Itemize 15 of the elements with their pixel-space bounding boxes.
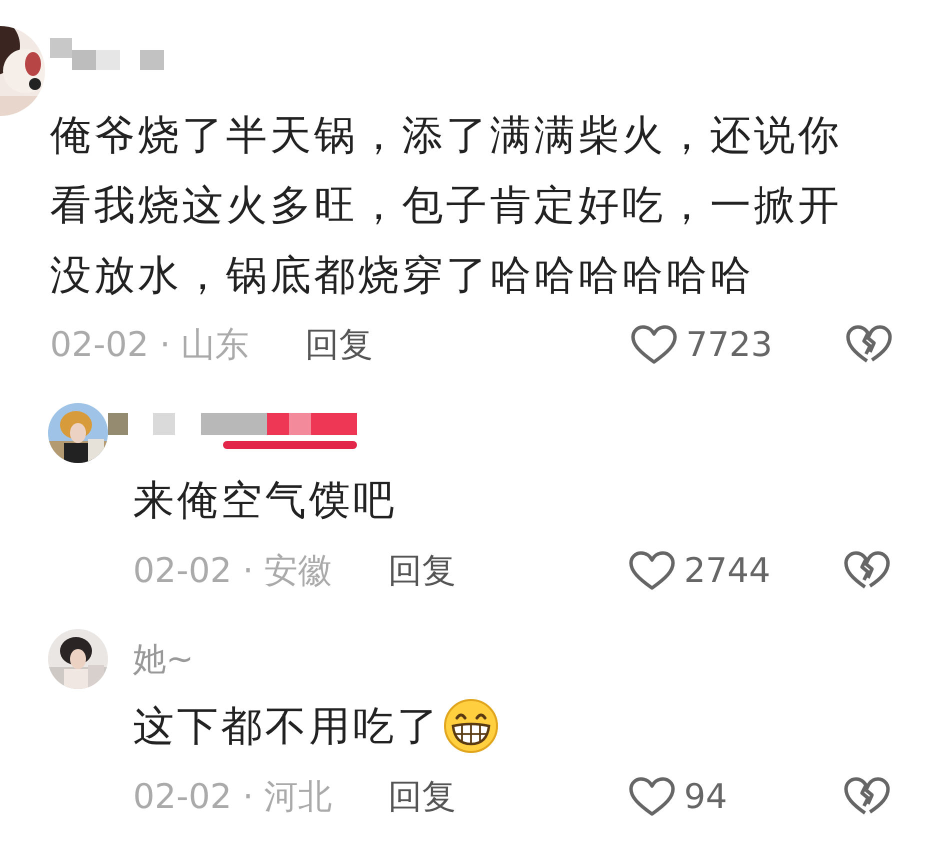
reply-button[interactable]: 回复 [388, 548, 628, 594]
like-button[interactable]: 2744 [628, 550, 843, 592]
reply-button[interactable]: 回复 [305, 322, 630, 368]
heart-icon [630, 324, 678, 366]
like-button[interactable]: 7723 [630, 324, 845, 366]
comment-text: 这下都不用吃了 [133, 701, 441, 752]
comment-date: 02-02 · 河北 [133, 776, 334, 819]
reply-button[interactable]: 回复 [388, 774, 628, 820]
heart-icon [628, 776, 676, 818]
like-button[interactable]: 94 [628, 776, 843, 818]
comment-date: 02-02 · 安徽 [133, 550, 334, 593]
heart-icon [628, 550, 676, 592]
comment-date: 02-02 · 山东 [50, 324, 250, 367]
comment-text: 来俺空气馍吧 [133, 475, 397, 526]
comment-text: 俺爷烧了半天锅，添了满满柴火，还说你看我烧这火多旺，包子肯定好吃，一掀开没放水，锅底都烧穿了哈哈哈哈哈哈 [50, 110, 843, 301]
